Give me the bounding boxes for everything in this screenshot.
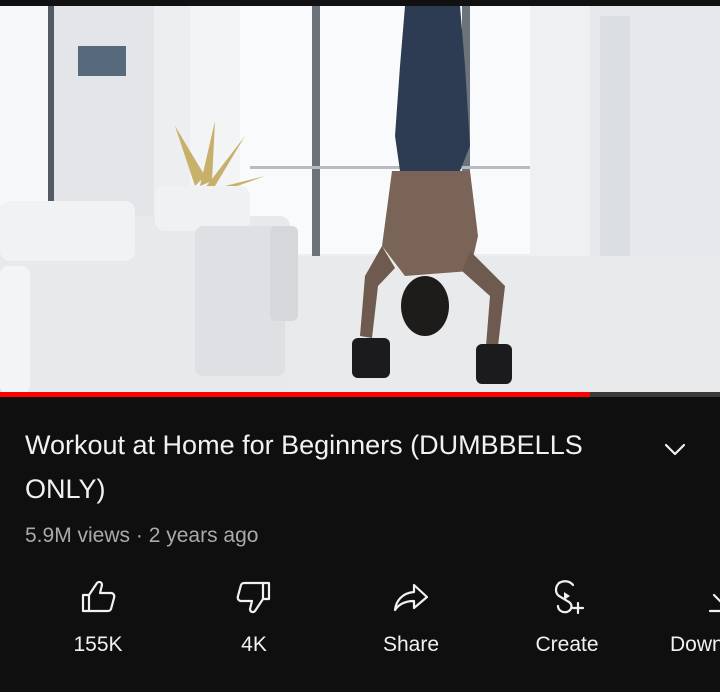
create-button[interactable]: Create [502,577,632,667]
chevron-down-icon [664,443,686,456]
video-player[interactable] [0,6,720,394]
like-button[interactable]: 155K [33,577,163,667]
download-button[interactable]: Down [656,577,720,667]
share-button[interactable]: Share [346,577,476,667]
meta-separator: · [135,524,143,547]
dislike-count: 4K [241,633,267,656]
view-count: 5.9M views [25,524,131,547]
thumbs-up-icon [81,580,116,613]
dislike-button[interactable]: 4K [189,577,319,667]
video-frame-image [0,6,720,394]
action-bar: 155K 4K Share Create Down [0,577,720,667]
download-icon [708,593,720,613]
download-label: Down [670,633,720,656]
expand-description-button[interactable] [660,435,690,465]
video-title[interactable]: Workout at Home for Beginners (DUMBBELLS… [25,423,635,511]
create-label: Create [535,633,599,656]
thumbs-down-icon [236,581,271,614]
video-meta: 5.9M views · 2 years ago [25,524,258,548]
share-arrow-icon [393,583,429,612]
video-info-panel: Workout at Home for Beginners (DUMBBELLS… [0,397,720,692]
like-count: 155K [73,633,123,656]
create-sparkle-icon [554,580,585,615]
share-label: Share [382,633,440,656]
upload-age: 2 years ago [148,524,259,547]
